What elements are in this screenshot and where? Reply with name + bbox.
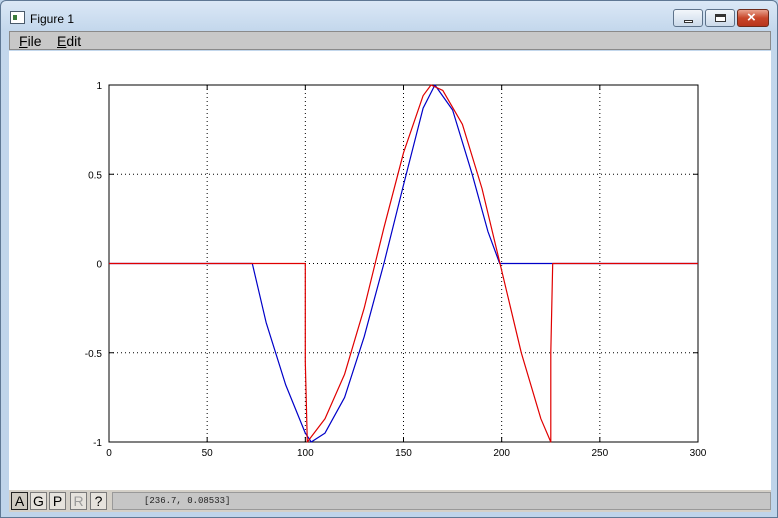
menu-edit[interactable]: Edit — [57, 33, 81, 49]
plot-canvas[interactable]: 0 50 100 150 200 250 300 -1 -0.5 0 0.5 1 — [9, 51, 771, 490]
maximize-button[interactable] — [705, 9, 735, 27]
y-tick-label: 0.5 — [88, 170, 102, 181]
y-tick-label: 1 — [96, 81, 102, 92]
x-tick-label: 300 — [690, 448, 707, 459]
help-button[interactable]: ? — [90, 492, 107, 510]
figure-window: Figure 1 × File Edit 0 50 100 150 200 250 300 -… — [0, 0, 778, 518]
x-tick-label: 0 — [106, 448, 112, 459]
x-tick-label: 200 — [493, 448, 510, 459]
x-tick-label: 50 — [202, 448, 214, 459]
series-line-red — [109, 84, 698, 443]
status-bar: A G P R ? [236.7, 0.08533] — [9, 490, 771, 512]
x-tick-label: 150 — [395, 448, 412, 459]
grid-button[interactable]: G — [30, 492, 47, 510]
rotate-button: R — [70, 492, 87, 510]
y-tick-label: -0.5 — [85, 349, 103, 360]
print-button[interactable]: P — [49, 492, 66, 510]
autoscale-button[interactable]: A — [11, 492, 28, 510]
title-bar[interactable]: Figure 1 × — [1, 1, 777, 31]
minimize-icon — [684, 20, 693, 23]
close-button[interactable]: × — [737, 9, 769, 27]
line-chart: 0 50 100 150 200 250 300 -1 -0.5 0 0.5 1 — [85, 81, 707, 459]
x-tick-label: 100 — [297, 448, 314, 459]
y-tick-label: 0 — [96, 260, 102, 271]
maximize-icon — [715, 14, 726, 22]
menu-bar: File Edit — [9, 31, 771, 50]
menu-file[interactable]: File — [19, 33, 42, 49]
y-tick-label: -1 — [93, 438, 102, 449]
coordinate-readout: [236.7, 0.08533] — [112, 492, 771, 510]
window-title: Figure 1 — [30, 12, 75, 26]
minimize-button[interactable] — [673, 9, 703, 27]
x-tick-label: 250 — [591, 448, 608, 459]
window-icon — [10, 11, 25, 24]
close-icon: × — [747, 9, 756, 26]
